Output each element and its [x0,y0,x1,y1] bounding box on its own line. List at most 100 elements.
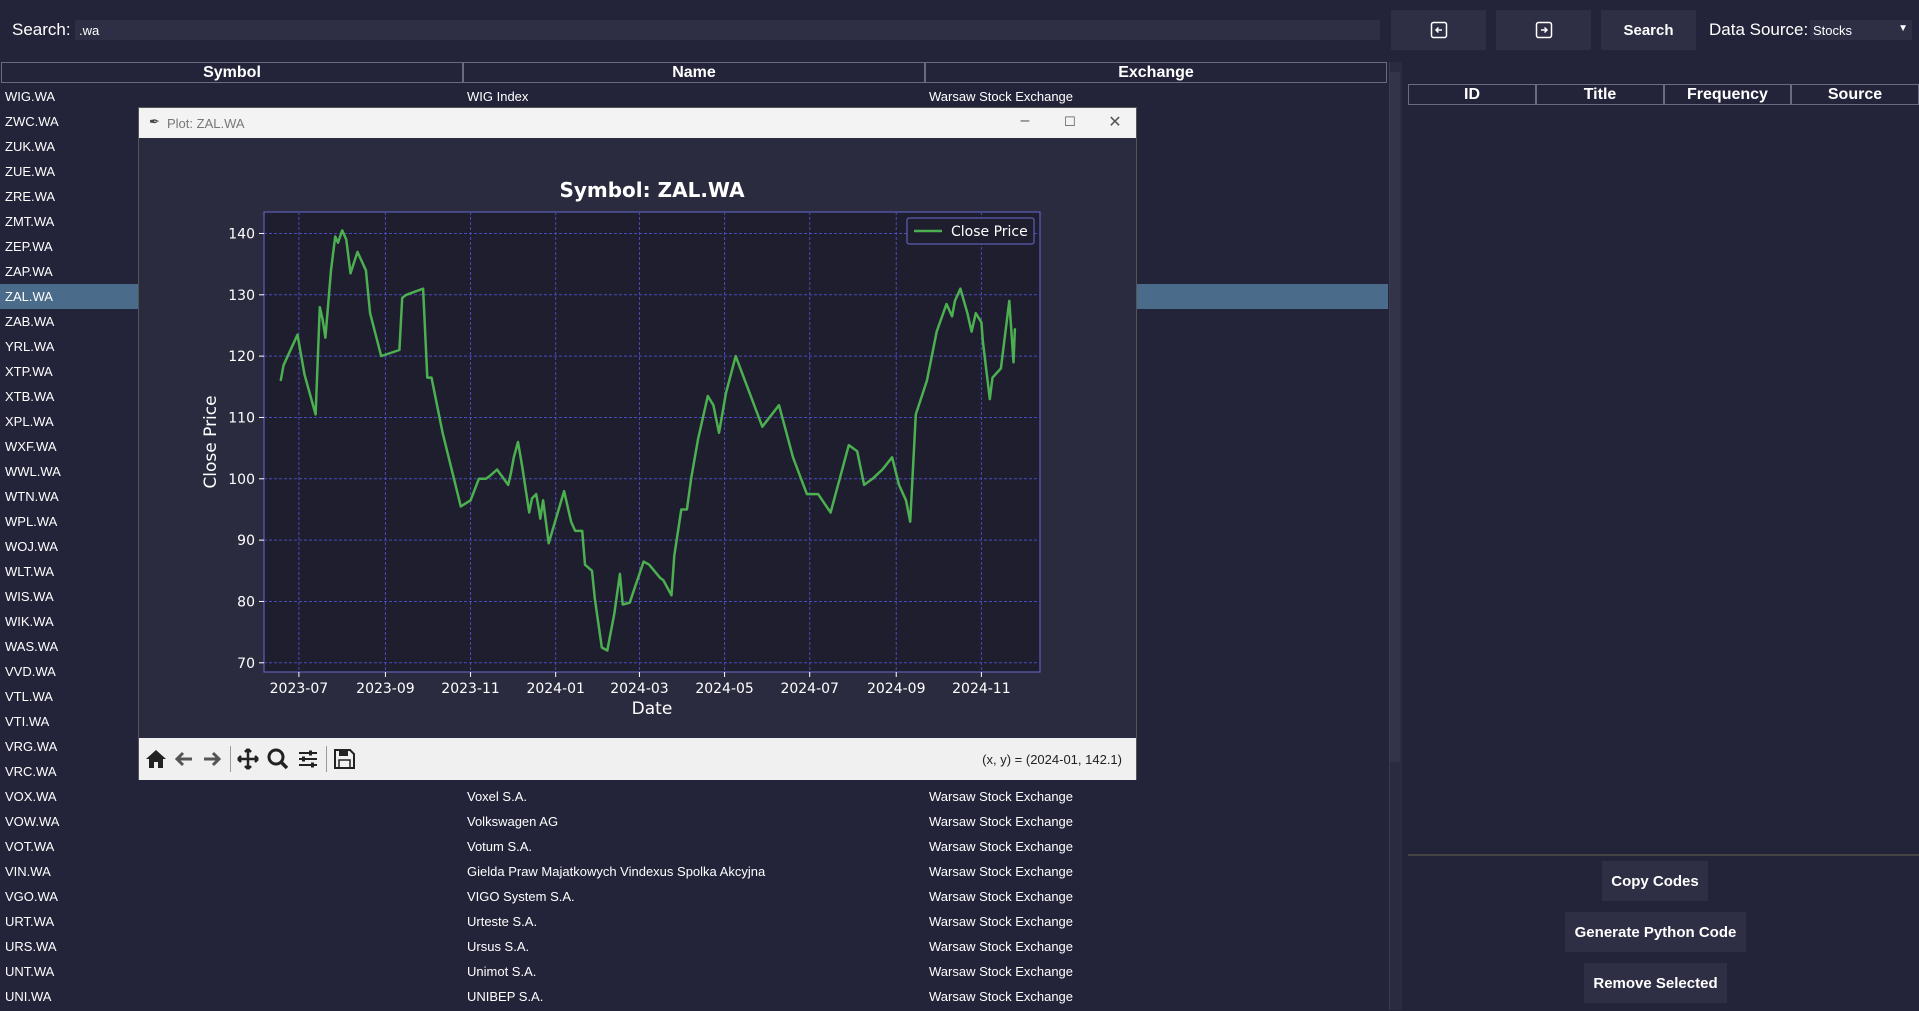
data-point [591,570,593,572]
data-point [945,303,948,305]
data-point [282,364,285,366]
name-cell: Urteste S.A. [467,914,538,929]
exchange-cell: Warsaw Stock Exchange [929,939,1074,954]
data-point [510,472,512,474]
data-point [980,321,982,323]
table-row[interactable]: VOT.WA Votum S.A. Warsaw Stock Exchange [0,834,1388,859]
data-point [891,456,893,458]
symbol-cell: VRC.WA [5,764,57,779]
symbol-cell: ZMT.WA [5,214,55,229]
y-axis-label: Close Price [201,395,221,488]
name-cell: Ursus S.A. [467,939,530,954]
previous-button[interactable] [1391,10,1486,50]
data-point [971,331,973,333]
symbol-cell: VOX.WA [5,789,57,804]
data-point [334,235,336,238]
symbol-cell: WOJ.WA [5,539,58,554]
arrow-right-box-icon [1535,21,1552,39]
button-panel-scrollbar[interactable] [1906,856,1918,1008]
data-point [296,334,299,336]
zoom-icon[interactable] [265,747,291,771]
data-point [345,239,347,241]
x-tick-label: 2024-05 [695,681,754,697]
table-row[interactable]: URT.WA Urteste S.A. Warsaw Stock Exchange [0,909,1388,934]
table-row[interactable]: WIG.WA WIG Index Warsaw Stock Exchange [0,84,1388,109]
data-point [430,377,433,379]
name-cell: Gielda Praw Majatkowych Vindexus Spolka … [467,864,766,879]
column-header-symbol[interactable]: Symbol [1,62,463,83]
table-row[interactable]: URS.WA Ursus S.A. Warsaw Stock Exchange [0,934,1388,959]
data-point [817,493,819,495]
data-point [991,377,994,379]
close-icon[interactable]: ✕ [1100,112,1130,132]
data-point [324,337,327,339]
symbol-cell: VOT.WA [5,839,55,854]
generate-python-code-button[interactable]: Generate Python Code [1565,912,1746,952]
data-point [539,518,541,520]
data-source-select[interactable]: Stocks ▼ [1810,20,1912,40]
table-row[interactable]: UNT.WA Unimot S.A. Warsaw Stock Exchange [0,959,1388,984]
exchange-cell: Warsaw Stock Exchange [929,89,1074,104]
table-row[interactable]: VOX.WA Voxel S.A. Warsaw Stock Exchange [0,784,1388,809]
data-point [1000,367,1002,369]
data-point [659,577,661,579]
data-point [601,646,603,649]
data-point [680,508,682,511]
exchange-cell: Warsaw Stock Exchange [929,789,1074,804]
search-input[interactable] [75,20,1380,40]
forward-arrow-icon[interactable] [199,747,225,771]
data-point [478,478,480,480]
data-point [799,475,801,477]
data-point [898,484,900,486]
column-header-source[interactable]: Source [1791,84,1919,105]
x-tick-label: 2024-11 [952,681,1011,697]
column-header-frequency[interactable]: Frequency [1664,84,1791,105]
table-row[interactable]: UNI.WA UNIBEP S.A. Warsaw Stock Exchange [0,984,1388,1006]
maximize-icon[interactable]: ☐ [1055,114,1085,130]
column-header-id[interactable]: ID [1408,84,1536,105]
exchange-cell: Warsaw Stock Exchange [929,864,1074,879]
column-header-title[interactable]: Title [1536,84,1664,105]
data-point [959,288,962,290]
configure-subplots-icon[interactable] [295,747,321,771]
pan-icon[interactable] [235,747,261,771]
data-point [806,493,808,495]
data-point [606,649,608,652]
home-icon[interactable] [143,747,169,771]
data-point [349,272,352,274]
x-tick-label: 2023-07 [270,681,329,697]
plot-window-titlebar[interactable]: ✒ Plot: ZAL.WA – ☐ ✕ [139,108,1136,138]
column-header-exchange[interactable]: Exchange [925,62,1387,83]
symbol-cell: VTL.WA [5,689,53,704]
save-floppy-icon[interactable] [331,747,357,771]
remove-selected-button[interactable]: Remove Selected [1584,963,1727,1003]
copy-codes-button[interactable]: Copy Codes [1602,861,1708,901]
data-point [521,465,523,468]
data-point [690,478,692,480]
scrollbar-thumb[interactable] [1390,72,1400,762]
column-header-name[interactable]: Name [463,62,925,83]
search-label: Search: [12,20,71,39]
exchange-cell: Warsaw Stock Exchange [929,914,1074,929]
minimize-icon[interactable]: – [1010,112,1040,130]
back-arrow-icon[interactable] [171,747,197,771]
data-point [398,349,400,351]
plot-window-title: Plot: ZAL.WA [167,116,245,131]
symbol-cell: URT.WA [5,914,55,929]
plot-area [263,211,1041,673]
data-point [761,426,763,428]
exchange-cell: Warsaw Stock Exchange [929,989,1074,1004]
plot-toolbar: (x, y) = (2024-01, 142.1) [139,738,1136,780]
data-point [1008,300,1010,302]
next-button[interactable] [1496,10,1591,50]
name-cell: VIGO System S.A. [467,889,575,904]
y-tick-label: 110 [228,410,255,426]
table-row[interactable]: VOW.WA Volkswagen AG Warsaw Stock Exchange [0,809,1388,834]
data-point [280,380,282,382]
search-button[interactable]: Search [1601,10,1696,50]
data-point [613,613,615,615]
table-row[interactable]: VGO.WA VIGO System S.A. Warsaw Stock Excha… [0,884,1388,909]
y-tick-label: 80 [237,594,255,610]
table-row[interactable]: VIN.WA Gielda Praw Majatkowych Vindexus S… [0,859,1388,884]
data-point [1012,361,1015,363]
